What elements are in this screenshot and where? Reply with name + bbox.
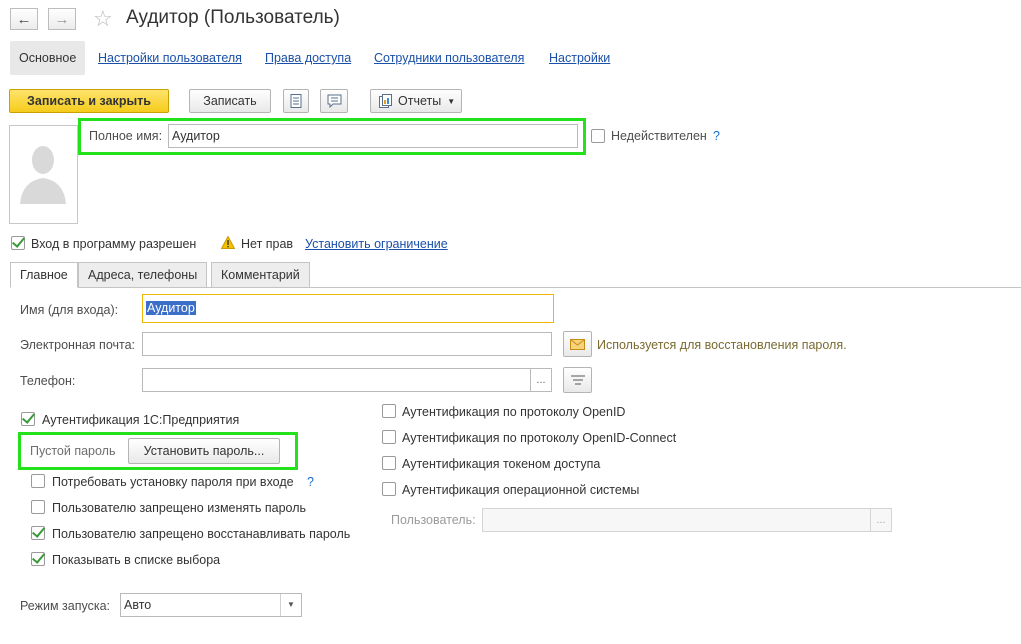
auth-token-label: Аутентификация токеном доступа [402,457,601,471]
page-title: Аудитор (Пользователь) [126,7,340,28]
comment-icon [327,94,341,108]
forward-button[interactable]: → [48,8,76,30]
document-icon [290,94,302,108]
auth-os-label: Аутентификация операционной системы [402,483,640,497]
invalid-help-icon[interactable]: ? [713,129,720,143]
section-main[interactable]: Основное [10,41,86,75]
save-close-button[interactable]: Записать и закрыть [9,89,169,113]
require-password-checkbox[interactable] [31,474,45,488]
launch-mode-label: Режим запуска: [20,599,110,613]
phone-select-button[interactable]: ... [530,368,552,392]
launch-mode-value: Авто [124,598,152,612]
invalid-checkbox[interactable] [591,129,605,143]
avatar-icon [20,146,66,204]
auth-openid-connect-label: Аутентификация по протоколу OpenID-Conne… [402,431,677,445]
email-hint: Используется для восстановления пароля. [597,338,847,352]
reports-label: Отчеты [398,94,442,108]
section-access-rights[interactable]: Права доступа [265,41,351,75]
arrow-left-icon: ← [16,10,32,28]
comment-button[interactable] [320,89,348,113]
forbid-restore-label: Пользователю запрещено восстанавливать п… [52,527,351,541]
show-in-list-label: Показывать в списке выбора [52,553,221,567]
back-button[interactable]: ← [10,8,38,30]
login-name-label: Имя (для входа): [20,303,119,317]
full-name-label: Полное имя: [89,129,163,143]
auth-1c-label: Аутентификация 1С:Предприятия [42,413,240,427]
forbid-change-checkbox[interactable] [31,500,45,514]
show-in-list-checkbox[interactable] [31,552,45,566]
phone-input[interactable] [142,368,531,392]
launch-mode-select[interactable]: Авто ▼ [120,593,302,617]
os-user-select-button: ... [870,508,892,532]
list-icon [570,375,585,385]
tab-main[interactable]: Главное [10,262,78,288]
auth-openid-label: Аутентификация по протоколу OpenID [402,405,626,419]
set-restriction-link[interactable]: Установить ограничение [305,237,448,251]
require-password-help-icon[interactable]: ? [307,475,314,489]
invalid-label: Недействителен [611,129,707,143]
no-rights-text: Нет прав [241,237,294,251]
auth-openid-checkbox[interactable] [382,404,396,418]
warning-icon [221,236,235,249]
email-label: Электронная почта: [20,338,136,352]
reports-icon [379,94,392,108]
email-input[interactable] [142,332,552,356]
document-button[interactable] [283,89,309,113]
phone-label: Телефон: [20,374,76,388]
os-user-input [482,508,871,532]
arrow-right-icon: → [54,10,70,28]
tab-comment[interactable]: Комментарий [211,262,310,288]
login-name-input[interactable]: Аудитор [142,294,554,323]
auth-os-checkbox[interactable] [382,482,396,496]
empty-password-text: Пустой пароль [30,444,116,458]
os-user-label: Пользователь: [391,513,476,527]
login-allowed-label: Вход в программу разрешен [31,237,197,251]
user-photo[interactable] [9,125,78,224]
auth-openid-connect-checkbox[interactable] [382,430,396,444]
section-user-employees[interactable]: Сотрудники пользователя [374,41,524,75]
save-button[interactable]: Записать [189,89,271,113]
section-settings[interactable]: Настройки [549,41,610,75]
require-password-label: Потребовать установку пароля при входе [52,475,294,489]
phone-edit-button[interactable] [563,367,592,393]
dropdown-arrow-icon: ▼ [447,96,456,106]
auth-token-checkbox[interactable] [382,456,396,470]
reports-button[interactable]: Отчеты ▼ [370,89,462,113]
login-name-value: Аудитор [146,301,196,315]
set-password-button[interactable]: Установить пароль... [128,438,280,464]
forbid-restore-checkbox[interactable] [31,526,45,540]
auth-1c-checkbox[interactable] [21,412,35,426]
full-name-input[interactable]: Аудитор [168,124,578,148]
star-icon[interactable]: ☆ [93,6,113,32]
envelope-icon [570,338,585,350]
forbid-change-label: Пользователю запрещено изменять пароль [52,501,307,515]
tab-addresses[interactable]: Адреса, телефоны [78,262,208,288]
email-button[interactable] [563,331,592,357]
login-allowed-checkbox[interactable] [11,236,25,250]
section-user-settings[interactable]: Настройки пользователя [98,41,242,75]
dropdown-arrow-icon: ▼ [280,594,301,616]
